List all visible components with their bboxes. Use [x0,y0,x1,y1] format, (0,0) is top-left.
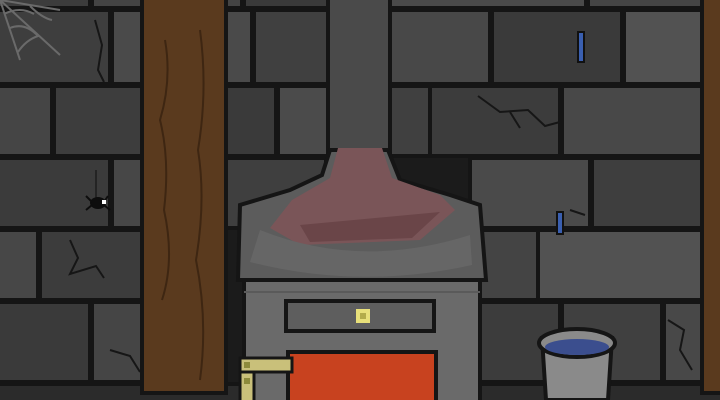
water-drip-icon [556,211,564,235]
scene-canvas [0,0,720,400]
chimney-icon [326,0,392,157]
water-surface [545,339,609,355]
water-drip-icon [577,31,585,63]
bucket-icon[interactable] [537,327,617,400]
game-scene [0,0,720,400]
wooden-beam-icon [700,0,720,395]
fire-door-icon[interactable] [286,350,438,400]
drawer-icon[interactable] [284,299,436,333]
wooden-beam-icon [140,0,228,395]
